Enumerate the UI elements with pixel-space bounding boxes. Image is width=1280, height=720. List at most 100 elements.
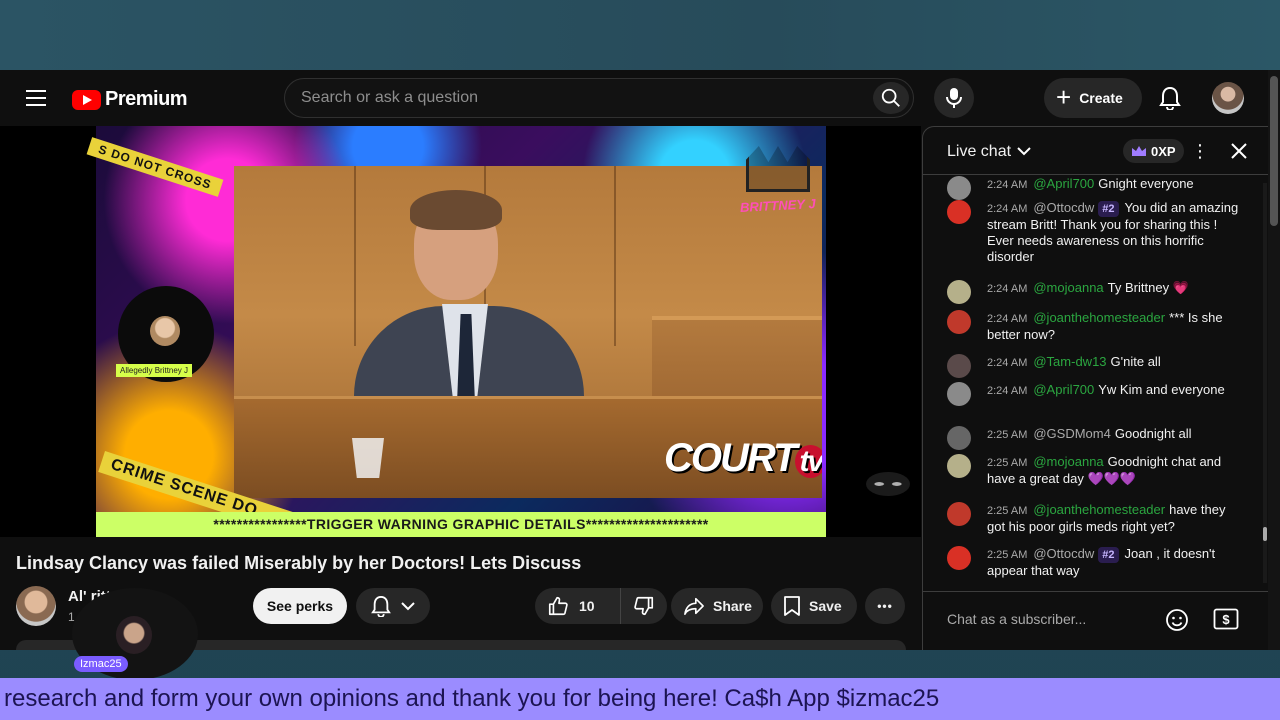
chat-timestamp: 2:24 AM (987, 203, 1028, 215)
chat-message-body: 2:24 AM @April700 Yw Kim and everyone (987, 382, 1247, 399)
more-actions-button[interactable]: ••• (865, 588, 905, 624)
rank-badge: #2 (1098, 201, 1119, 217)
chat-timestamp: 2:25 AM (987, 457, 1028, 469)
youtube-premium-logo[interactable]: Premium (72, 88, 188, 111)
chat-author[interactable]: @joanthehomesteader (1033, 310, 1165, 325)
chat-timestamp: 2:24 AM (987, 283, 1028, 295)
live-chat-panel: Live chat 0XP ⋮ 2:24 AM @April700 Gnight e… (922, 126, 1269, 650)
chat-timestamp: 2:25 AM (987, 549, 1028, 561)
chat-author[interactable]: @mojoanna (1033, 280, 1103, 295)
chat-messages: 2:24 AM @April700 Gnight everyone 2:24 AM @O… (923, 176, 1263, 590)
page-scrollbar[interactable] (1268, 70, 1280, 650)
chat-author-avatar[interactable] (947, 426, 971, 450)
search-icon (881, 88, 900, 107)
close-icon[interactable] (1227, 139, 1251, 163)
water-cup (352, 438, 384, 478)
chat-text: Yw Kim and everyone (1098, 382, 1225, 397)
like-button[interactable]: 10 (535, 588, 621, 624)
thumbs-up-icon (548, 596, 568, 616)
chat-author-avatar[interactable] (947, 310, 971, 334)
xp-value: 0XP (1151, 143, 1176, 159)
plus-icon: + (1056, 82, 1072, 112)
chat-header: Live chat 0XP ⋮ (923, 127, 1269, 175)
chevron-down-icon (401, 602, 415, 611)
chat-author-avatar[interactable] (947, 176, 971, 200)
chat-message[interactable]: 2:24 AM @April700 Gnight everyone (947, 176, 1247, 200)
court-tv-logo: COURT tv (664, 436, 822, 481)
chat-mode-selector[interactable]: Live chat (947, 143, 1011, 161)
chat-text: Ty Brittney 💗 (1107, 280, 1189, 295)
chat-message-body: 2:24 AM @Ottocdw #2 You did an amazing stre… (987, 200, 1247, 265)
chat-author[interactable]: @April700 (1033, 176, 1094, 191)
dislike-button[interactable] (621, 588, 667, 624)
chat-scrollbar[interactable] (1263, 183, 1267, 583)
crown-icon (746, 146, 810, 192)
chat-timestamp: 2:25 AM (987, 429, 1028, 441)
chat-author[interactable]: @Ottocdw (1033, 546, 1094, 561)
host-avatar (150, 316, 180, 346)
super-chat-icon[interactable]: $ (1213, 608, 1239, 630)
search-button[interactable] (873, 82, 909, 114)
more-icon: ••• (877, 599, 893, 613)
create-label: Create (1079, 90, 1123, 106)
see-perks-button[interactable]: See perks (253, 588, 347, 624)
chat-message[interactable]: 2:24 AM @Tam-dw13 G'nite all (947, 354, 1247, 378)
chat-timestamp: 2:24 AM (987, 357, 1028, 369)
chat-author[interactable]: @April700 (1033, 382, 1094, 397)
emoji-icon[interactable] (1165, 608, 1189, 632)
chat-message[interactable]: 2:24 AM @mojoanna Ty Brittney 💗 (947, 280, 1247, 304)
xp-chip[interactable]: 0XP (1123, 139, 1184, 163)
chat-author-avatar[interactable] (947, 354, 971, 378)
chevron-down-icon[interactable] (1017, 142, 1031, 160)
search-input[interactable] (301, 79, 861, 117)
stream-background-top (0, 0, 1280, 70)
svg-text:$: $ (1222, 612, 1230, 627)
chat-author-avatar[interactable] (947, 382, 971, 406)
notification-settings-button[interactable] (356, 588, 430, 624)
chat-message[interactable]: 2:24 AM @joanthehomesteader *** Is she bet… (947, 310, 1247, 343)
eyes-watermark-icon (866, 472, 910, 496)
chat-author[interactable]: @GSDMom4 (1033, 426, 1111, 441)
like-count: 10 (579, 598, 595, 614)
chat-author[interactable]: @joanthehomesteader (1033, 502, 1165, 517)
chat-author-avatar[interactable] (947, 454, 971, 478)
chat-message[interactable]: 2:25 AM @Ottocdw #2 Joan , it doesn't appea… (947, 546, 1247, 579)
save-button[interactable]: Save (771, 588, 857, 624)
chat-message-body: 2:25 AM @GSDMom4 Goodnight all (987, 426, 1247, 443)
chat-author-avatar[interactable] (947, 546, 971, 570)
trigger-warning-banner: ****************TRIGGER WARNING GRAPHIC … (96, 512, 826, 537)
share-button[interactable]: Share (671, 588, 763, 624)
chat-message-body: 2:24 AM @Tam-dw13 G'nite all (987, 354, 1247, 371)
menu-icon[interactable] (22, 86, 50, 110)
chat-author-avatar[interactable] (947, 280, 971, 304)
chat-options-icon[interactable]: ⋮ (1191, 139, 1209, 163)
chat-message[interactable]: 2:25 AM @GSDMom4 Goodnight all (947, 426, 1247, 450)
video-player[interactable]: S DO NOT CROSS COURT tv BRITTNEY J Allege… (0, 126, 921, 537)
logo-text: Premium (105, 88, 188, 110)
chat-author[interactable]: @Ottocdw (1033, 200, 1094, 215)
share-label: Share (713, 598, 752, 614)
chat-author[interactable]: @Tam-dw13 (1033, 354, 1106, 369)
chat-message[interactable]: 2:25 AM @joanthehomesteader have they got … (947, 502, 1247, 535)
masthead: Premium + Create (0, 70, 1280, 126)
thumbs-down-icon (634, 596, 654, 616)
chat-author-avatar[interactable] (947, 200, 971, 224)
voice-search-button[interactable] (934, 78, 974, 118)
chat-timestamp: 2:24 AM (987, 385, 1028, 397)
chat-message[interactable]: 2:24 AM @April700 Yw Kim and everyone (947, 382, 1247, 406)
microphone-icon (946, 88, 962, 108)
youtube-window: Premium + Create S DO NOT CROSS (0, 70, 1280, 650)
chat-input[interactable] (947, 604, 1147, 634)
create-button[interactable]: + Create (1044, 78, 1142, 118)
chat-author[interactable]: @mojoanna (1033, 454, 1103, 469)
notifications-button[interactable] (1150, 78, 1190, 118)
channel-avatar[interactable] (16, 586, 56, 626)
account-avatar[interactable] (1212, 82, 1244, 114)
chat-author-avatar[interactable] (947, 502, 971, 526)
chat-timestamp: 2:25 AM (987, 505, 1028, 517)
rank-badge: #2 (1098, 547, 1119, 563)
chat-message[interactable]: 2:25 AM @mojoanna Goodnight chat and have … (947, 454, 1247, 487)
video-title: Lindsay Clancy was failed Miserably by h… (16, 553, 582, 573)
chat-message[interactable]: 2:24 AM @Ottocdw #2 You did an amazing stre… (947, 200, 1247, 265)
host-label: Allegedly Brittney J (116, 364, 193, 377)
